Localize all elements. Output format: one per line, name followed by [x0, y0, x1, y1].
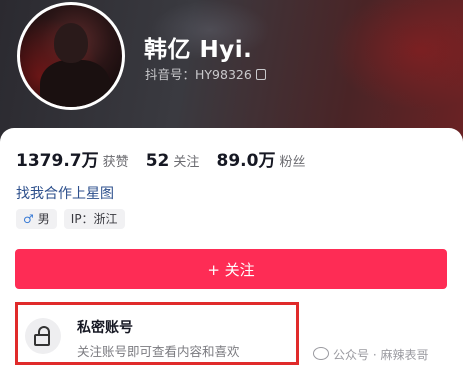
lock-icon	[25, 318, 61, 354]
gender-tag: ♂ 男	[16, 209, 57, 229]
following-count[interactable]: 52	[146, 151, 170, 171]
stats-row: 1379.7万 获赞 52 关注 89.0万 粉丝	[16, 146, 317, 171]
male-icon: ♂	[23, 212, 34, 226]
private-account-notice: 私密账号 关注账号即可查看内容和喜欢	[15, 302, 299, 365]
private-account-description: 关注账号即可查看内容和喜欢	[77, 344, 240, 359]
lock-icon-body	[34, 334, 50, 346]
profile-tags: ♂ 男 IP：浙江	[16, 209, 125, 229]
collaboration-link[interactable]: 找我合作上星图	[16, 183, 114, 203]
avatar[interactable]	[17, 2, 125, 110]
gender-tag-text: 男	[37, 212, 50, 226]
following-label[interactable]: 关注	[173, 155, 199, 170]
profile-id[interactable]: 抖音号：HY98326	[145, 64, 266, 83]
wechat-icon	[313, 347, 329, 360]
likes-label: 获赞	[102, 155, 129, 170]
private-account-title: 私密账号	[77, 320, 133, 336]
watermark-text: 公众号 · 麻辣表哥	[333, 348, 429, 362]
follow-button-label: + 关注	[207, 260, 255, 279]
header-background-shade	[330, 0, 463, 110]
follow-button[interactable]: + 关注	[15, 249, 447, 289]
profile-id-text: 抖音号：HY98326	[145, 67, 252, 82]
avatar-figure-body	[40, 60, 110, 107]
avatar-figure-head	[54, 23, 88, 63]
likes-count: 1379.7万	[16, 151, 99, 171]
followers-count[interactable]: 89.0万	[217, 151, 276, 171]
profile-name: 韩亿 Hyi.	[144, 37, 253, 63]
copy-icon[interactable]	[255, 69, 266, 80]
watermark: 公众号 · 麻辣表哥	[313, 346, 428, 363]
followers-label[interactable]: 粉丝	[279, 155, 305, 170]
location-tag: IP：浙江	[63, 209, 125, 229]
